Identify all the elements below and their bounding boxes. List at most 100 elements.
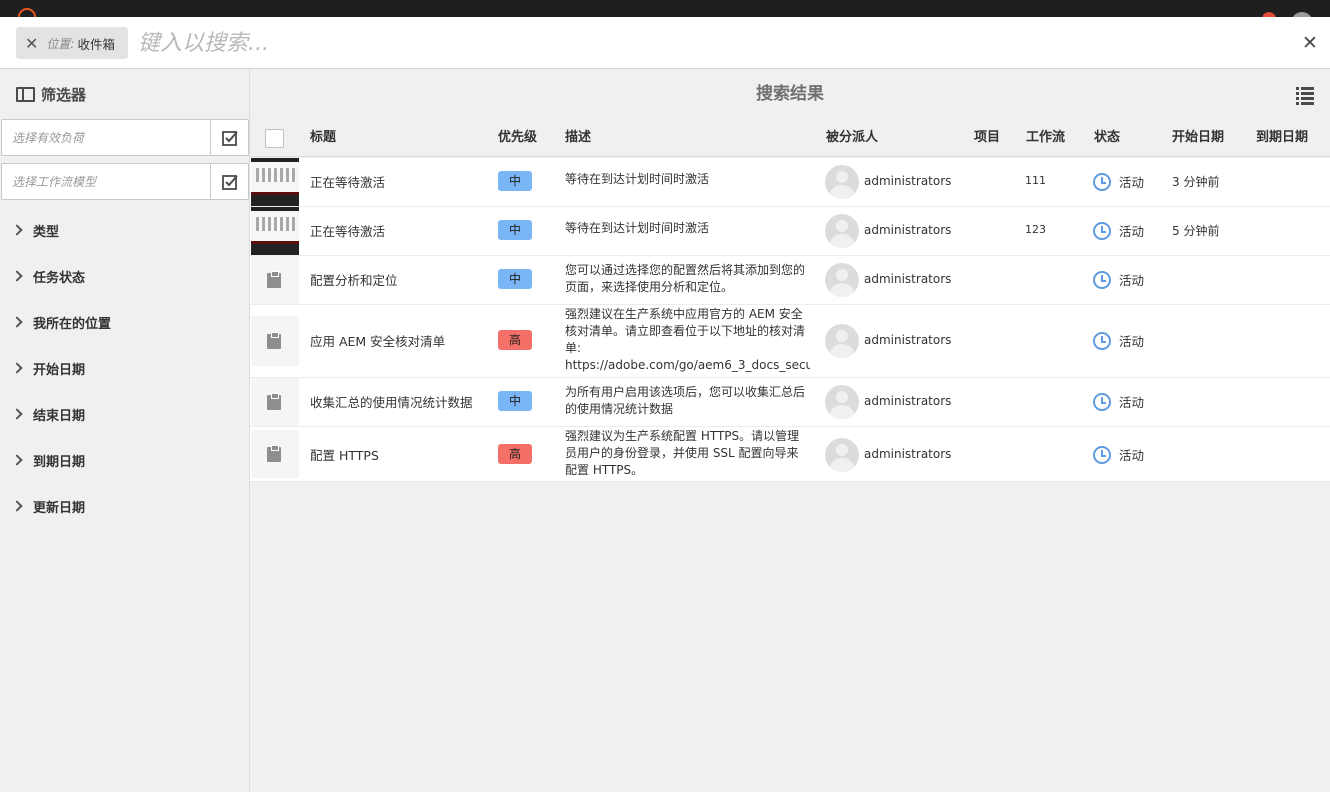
row-title: 应用 AEM 安全核对清单 [310,334,446,349]
avatar [825,438,859,472]
row-assignee: administrators [864,447,952,461]
facet-label: 任务状态 [33,270,86,286]
location-tag[interactable]: ✕ 位置: 收件箱 [16,27,128,59]
facet-label: 到期日期 [33,454,86,470]
payload-select-button[interactable] [210,120,248,155]
column-header-workflow[interactable]: 工作流 [1026,119,1065,157]
row-status: 活动 [1119,273,1145,288]
clipboard-icon [267,332,281,349]
select-all-checkbox[interactable] [265,129,284,148]
top-bar [0,0,1330,18]
row-assignee: administrators [864,223,952,237]
column-header-due-date[interactable]: 到期日期 [1256,119,1308,157]
column-header-status[interactable]: 状态 [1094,119,1120,157]
workflow-model-select-button[interactable] [210,164,248,199]
facet-task-status[interactable]: 任务状态 [0,253,249,299]
facet-label: 我所在的位置 [33,316,112,332]
column-header-start-date[interactable]: 开始日期 [1172,119,1224,157]
row-description: 为所有用户启用该选项后，您可以收集汇总后的使用情况统计数据 [565,385,806,416]
row-title: 收集汇总的使用情况统计数据 [310,395,473,410]
row-status: 活动 [1119,395,1145,410]
clock-icon [1093,393,1111,411]
table-row[interactable]: 配置 HTTPS 高 强烈建议为生产系统配置 HTTPS。请以管理员用户的身份登… [250,427,1330,482]
task-thumbnail [251,158,299,206]
clock-icon [1093,446,1111,464]
facet-label: 更新日期 [33,500,86,516]
list-view-icon[interactable] [1296,87,1314,105]
chevron-right-icon [11,270,23,282]
row-status: 活动 [1119,224,1145,239]
filter-panel-icon[interactable] [16,86,35,102]
facet-label: 开始日期 [33,362,86,378]
facet-start-date[interactable]: 开始日期 [0,345,249,391]
row-description: 等待在到达计划时间时激活 [565,172,710,186]
task-thumbnail [251,378,299,426]
row-assignee: administrators [864,394,952,408]
task-thumbnail [251,207,299,255]
avatar [825,324,859,358]
row-assignee: administrators [864,333,952,347]
column-header-description[interactable]: 描述 [565,119,591,157]
workflow-model-picker [1,163,249,200]
column-header-assignee[interactable]: 被分派人 [826,119,878,157]
search-input[interactable] [138,25,1238,61]
clock-icon [1093,332,1111,350]
table-row[interactable]: 正在等待激活 中 等待在到达计划时间时激活 administrators 111… [250,158,1330,207]
row-title: 正在等待激活 [310,175,386,190]
chevron-right-icon [11,316,23,328]
row-description: 您可以通过选择您的配置然后将其添加到您的页面，来选择使用分析和定位。 [565,263,806,294]
row-title: 配置 HTTPS [310,448,379,463]
workflow-model-input[interactable] [2,164,210,199]
facet-due-date[interactable]: 到期日期 [0,437,249,483]
column-header-priority[interactable]: 优先级 [498,119,537,157]
priority-badge: 中 [498,269,532,289]
row-start-date: 5 分钟前 [1172,224,1220,238]
row-status: 活动 [1119,448,1145,463]
table-row[interactable]: 正在等待激活 中 等待在到达计划时间时激活 administrators 123… [250,207,1330,256]
payload-input[interactable] [2,120,210,155]
row-title: 正在等待激活 [310,224,386,239]
avatar [825,214,859,248]
clipboard-icon [267,445,281,462]
facet-type[interactable]: 类型 [0,207,249,253]
row-start-date: 3 分钟前 [1172,175,1220,189]
facet-label: 类型 [33,224,60,240]
filter-sidebar: 筛选器 类型 任务状态 我所在的位置 开始日期 结束日期 到期日期 更新日期 [0,69,250,792]
filter-title: 筛选器 [41,85,87,104]
table-row[interactable]: 配置分析和定位 中 您可以通过选择您的配置然后将其添加到您的页面，来选择使用分析… [250,256,1330,305]
clock-icon [1093,173,1111,191]
avatar [825,385,859,419]
remove-tag-icon[interactable]: ✕ [25,34,38,53]
clipboard-icon [267,393,281,410]
facet-label: 结束日期 [33,408,86,424]
column-header-title[interactable]: 标题 [310,119,336,157]
row-assignee: administrators [864,272,952,286]
close-search-button[interactable]: ✕ [1298,31,1322,55]
facet-updated-date[interactable]: 更新日期 [0,483,249,529]
row-description: 强烈建议为生产系统配置 HTTPS。请以管理员用户的身份登录，并使用 SSL 配… [565,429,800,477]
facet-end-date[interactable]: 结束日期 [0,391,249,437]
avatar [825,165,859,199]
chevron-right-icon [11,362,23,374]
facet-my-location[interactable]: 我所在的位置 [0,299,249,345]
location-tag-value: 收件箱 [77,36,115,52]
table-row[interactable]: 收集汇总的使用情况统计数据 中 为所有用户启用该选项后，您可以收集汇总后的使用情… [250,378,1330,427]
column-header-project[interactable]: 项目 [974,119,1000,157]
results-panel: 搜索结果 标题 优先级 描述 被分派人 项目 工作流 状态 开始日期 到期日期 … [250,69,1330,792]
table-row[interactable]: 应用 AEM 安全核对清单 高 强烈建议在生产系统中应用官方的 AEM 安全核对… [250,305,1330,378]
chevron-right-icon [11,500,23,512]
table-header: 标题 优先级 描述 被分派人 项目 工作流 状态 开始日期 到期日期 [250,119,1330,157]
avatar [825,263,859,297]
checkbox-check-icon [221,130,238,146]
checkbox-check-icon [221,174,238,190]
search-bar: ✕ 位置: 收件箱 ✕ [0,17,1330,69]
task-thumbnail [251,256,299,304]
payload-picker [1,119,249,156]
priority-badge: 高 [498,444,532,464]
priority-badge: 高 [498,330,532,350]
row-workflow: 111 [1025,174,1046,187]
task-thumbnail [251,430,299,478]
row-status: 活动 [1119,334,1145,349]
clock-icon [1093,271,1111,289]
row-description: 强烈建议在生产系统中应用官方的 AEM 安全核对清单。请立即查看位于以下地址的核… [565,307,810,372]
